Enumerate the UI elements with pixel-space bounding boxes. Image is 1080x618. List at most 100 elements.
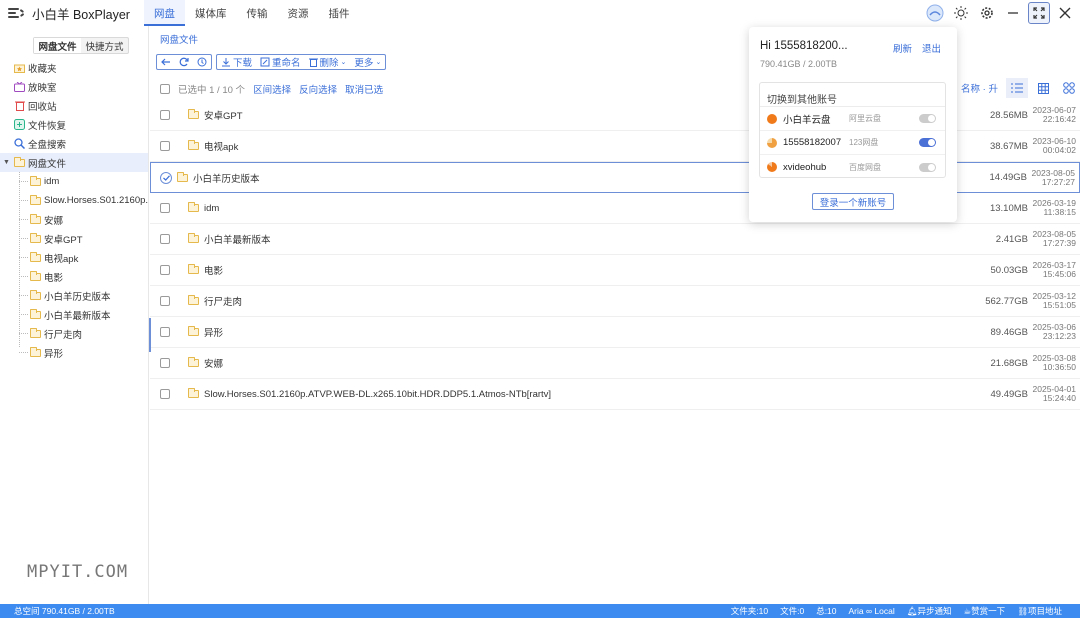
gear-icon[interactable] bbox=[976, 2, 998, 24]
folder-icon bbox=[177, 171, 188, 182]
account-item[interactable]: xvideohub 百度网盘 bbox=[760, 155, 945, 179]
invert-select-link[interactable]: 反向选择 bbox=[299, 82, 337, 96]
sidebar-folder-anna[interactable]: 安娜 bbox=[0, 210, 148, 229]
account-toggle[interactable] bbox=[919, 162, 936, 172]
tab-plugins[interactable]: 插件 bbox=[318, 0, 359, 26]
cancel-select-link[interactable]: 取消已选 bbox=[345, 82, 383, 96]
row-checkbox[interactable] bbox=[160, 358, 170, 368]
file-size: 50.03GB bbox=[990, 264, 1029, 276]
tab-transfer[interactable]: 传输 bbox=[236, 0, 277, 26]
sidebar-folder-alien[interactable]: 异形 bbox=[0, 343, 148, 362]
sort-dropdown[interactable]: 名称 · 升 bbox=[961, 81, 998, 95]
file-name: 电视apk bbox=[204, 142, 239, 153]
row-checkbox[interactable] bbox=[160, 110, 170, 120]
sidebar-folder-history-versions[interactable]: 小白羊历史版本 bbox=[0, 286, 148, 305]
sidebar-folder-tv-apk[interactable]: 电视apk bbox=[0, 248, 148, 267]
menu-icon[interactable] bbox=[8, 7, 25, 19]
sidebar-tab-shortcuts[interactable]: 快捷方式 bbox=[81, 38, 128, 53]
sidebar-folder-android-gpt[interactable]: 安卓GPT bbox=[0, 229, 148, 248]
status-project-label: 项目地址 bbox=[1027, 606, 1062, 616]
row-checkbox[interactable] bbox=[160, 327, 170, 337]
file-date: 2025-03-12 15:51:05 bbox=[1028, 292, 1076, 310]
account-name: xvideohub bbox=[783, 161, 827, 173]
tab-media-library[interactable]: 媒体库 bbox=[185, 0, 237, 26]
back-button[interactable] bbox=[157, 55, 175, 69]
download-button[interactable]: 下载 bbox=[217, 55, 256, 69]
tv-icon bbox=[14, 81, 25, 92]
tab-cloud-drive[interactable]: 网盘 bbox=[143, 0, 185, 26]
sidebar-item-file-recovery[interactable]: 文件恢复 bbox=[0, 115, 148, 134]
sidebar-tab-cloud-files[interactable]: 网盘文件 bbox=[34, 38, 81, 53]
sidebar-folder-walking-dead[interactable]: 行尸走肉 bbox=[0, 324, 148, 343]
range-select-link[interactable]: 区间选择 bbox=[253, 82, 291, 96]
sidebar-item-label: 行尸走肉 bbox=[44, 329, 83, 341]
login-new-account-button[interactable]: 登录一个新账号 bbox=[812, 193, 894, 210]
tab-resources[interactable]: 资源 bbox=[277, 0, 318, 26]
grid-view-icon[interactable] bbox=[1032, 78, 1054, 98]
row-checkbox[interactable] bbox=[160, 234, 170, 244]
sidebar-item-global-search[interactable]: 全盘搜索 bbox=[0, 134, 148, 153]
sidebar-folder-latest-version[interactable]: 小白羊最新版本 bbox=[0, 305, 148, 324]
status-sponsor-label: 赞赏一下 bbox=[971, 606, 1006, 616]
file-row[interactable]: 安娜 21.68GB 2025-03-08 10:36:50 bbox=[150, 348, 1080, 379]
rename-button[interactable]: 重命名 bbox=[256, 55, 305, 69]
status-sponsor[interactable]: ☕︎赞赏一下 bbox=[964, 605, 1006, 617]
sidebar-item-recycle-bin[interactable]: 回收站 bbox=[0, 96, 148, 115]
checked-circle-icon[interactable] bbox=[160, 171, 172, 184]
file-name: 异形 bbox=[204, 328, 224, 339]
row-checkbox[interactable] bbox=[160, 141, 170, 151]
folder-icon bbox=[30, 289, 41, 301]
arrow-left-icon bbox=[161, 58, 170, 66]
account-toggle[interactable] bbox=[919, 114, 936, 123]
file-date: 2023-06-10 00:04:02 bbox=[1028, 137, 1076, 155]
file-row[interactable]: 异形 89.46GB 2025-03-06 23:12:23 bbox=[150, 317, 1080, 348]
breadcrumb[interactable]: 网盘文件 bbox=[160, 32, 198, 46]
account-toggle[interactable] bbox=[919, 138, 936, 147]
status-project[interactable]: ⛓︎项目地址 bbox=[1017, 605, 1062, 617]
file-row[interactable]: 电影 50.03GB 2026-03-17 15:45:06 bbox=[150, 255, 1080, 286]
refresh-button[interactable] bbox=[175, 55, 193, 69]
row-checkbox[interactable] bbox=[160, 389, 170, 399]
file-row[interactable]: 小白羊最新版本 2.41GB 2023-08-05 17:27:39 bbox=[150, 224, 1080, 255]
file-row[interactable]: Slow.Horses.S01.2160p.ATVP.WEB-DL.x265.1… bbox=[150, 379, 1080, 410]
sidebar-folder-movies[interactable]: 电影 bbox=[0, 267, 148, 286]
file-date: 2025-03-08 10:36:50 bbox=[1028, 354, 1076, 372]
avatar-icon[interactable] bbox=[924, 2, 946, 24]
delete-button[interactable]: 删除 ⌄ bbox=[305, 55, 351, 69]
more-label: 更多 bbox=[354, 58, 374, 69]
list-view-icon[interactable] bbox=[1006, 78, 1028, 98]
account-item[interactable]: 15558182007 123网盘 bbox=[760, 131, 945, 155]
maximize-icon[interactable] bbox=[1028, 2, 1050, 24]
row-checkbox[interactable] bbox=[160, 203, 170, 213]
status-notify[interactable]: 🔔︎异步通知 bbox=[907, 605, 952, 617]
row-checkbox[interactable] bbox=[160, 265, 170, 275]
sidebar-item-label: Slow.Horses.S01.2160p.A bbox=[44, 195, 148, 206]
row-checkbox[interactable] bbox=[160, 296, 170, 306]
close-icon[interactable] bbox=[1054, 2, 1076, 24]
sidebar-folder-slow-horses[interactable]: Slow.Horses.S01.2160p.A bbox=[0, 191, 148, 210]
theme-sun-icon[interactable] bbox=[950, 2, 972, 24]
folder-icon bbox=[188, 233, 199, 243]
status-aria[interactable]: Aria ∞ Local bbox=[849, 606, 895, 616]
sidebar-item-cloud-files[interactable]: ▼ 网盘文件 bbox=[0, 153, 148, 172]
account-item[interactable]: 小白羊云盘 阿里云盘 bbox=[760, 107, 945, 131]
file-row[interactable]: 行尸走肉 562.77GB 2025-03-12 15:51:05 bbox=[150, 286, 1080, 317]
more-button[interactable]: 更多 ⌄ bbox=[350, 55, 385, 69]
sidebar-item-screening-room[interactable]: 放映室 bbox=[0, 77, 148, 96]
minimize-icon[interactable] bbox=[1002, 2, 1024, 24]
sidebar-item-favorites[interactable]: 收藏夹 bbox=[0, 58, 148, 77]
info-button[interactable] bbox=[193, 55, 211, 69]
big-grid-view-icon[interactable] bbox=[1058, 78, 1080, 98]
sidebar-item-label: 小白羊最新版本 bbox=[44, 310, 111, 322]
folder-icon bbox=[30, 175, 41, 187]
sidebar-folder-idm[interactable]: idm bbox=[0, 172, 148, 191]
chevron-down-icon[interactable]: ▼ bbox=[3, 159, 10, 166]
logout-link[interactable]: 退出 bbox=[922, 41, 941, 55]
select-all-checkbox[interactable] bbox=[160, 84, 170, 94]
file-date-time: 11:38:15 bbox=[1043, 207, 1076, 217]
status-right: 文件夹:10 文件:0 总:10 Aria ∞ Local 🔔︎异步通知 ☕︎赞… bbox=[731, 605, 1062, 617]
sidebar: 网盘文件 快捷方式 收藏夹 放映室 回收站 文件恢复 全盘搜索 ▼ 网盘文件 i… bbox=[0, 26, 149, 604]
file-date-time: 23:12:23 bbox=[1042, 331, 1076, 341]
link-icon: ⛓︎ bbox=[1017, 606, 1028, 616]
refresh-link[interactable]: 刷新 bbox=[893, 41, 912, 55]
